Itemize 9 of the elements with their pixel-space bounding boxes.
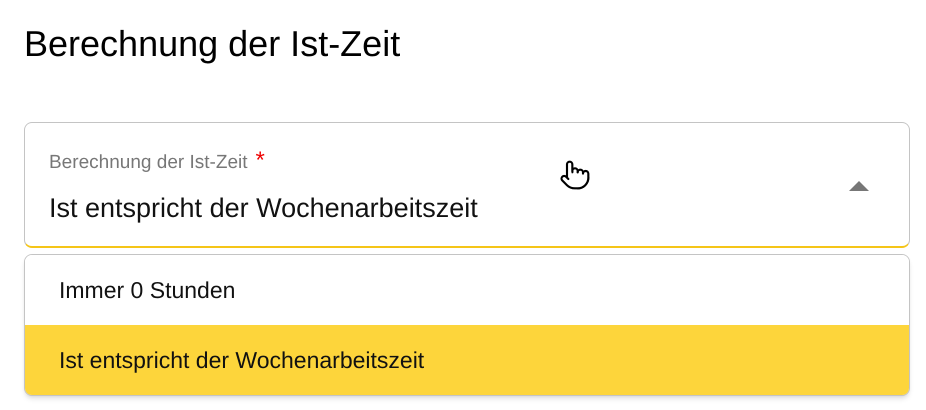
required-mark: * xyxy=(256,149,265,173)
hand-pointer-icon xyxy=(559,159,591,191)
menu-option[interactable]: Ist entspricht der Wochenarbeitszeit xyxy=(25,325,909,395)
page-heading: Berechnung der Ist-Zeit xyxy=(24,22,402,66)
menu-option[interactable]: Immer 0 Stunden xyxy=(25,255,909,325)
field-label: Berechnung der Ist-Zeit xyxy=(49,151,248,175)
selected-value: Ist entspricht der Wochenarbeitszeit xyxy=(49,192,478,225)
select-field[interactable]: Berechnung der Ist-Zeit * Ist entspricht der Wochenarbeitszeit xyxy=(24,122,910,248)
caret-up-icon xyxy=(849,181,869,191)
